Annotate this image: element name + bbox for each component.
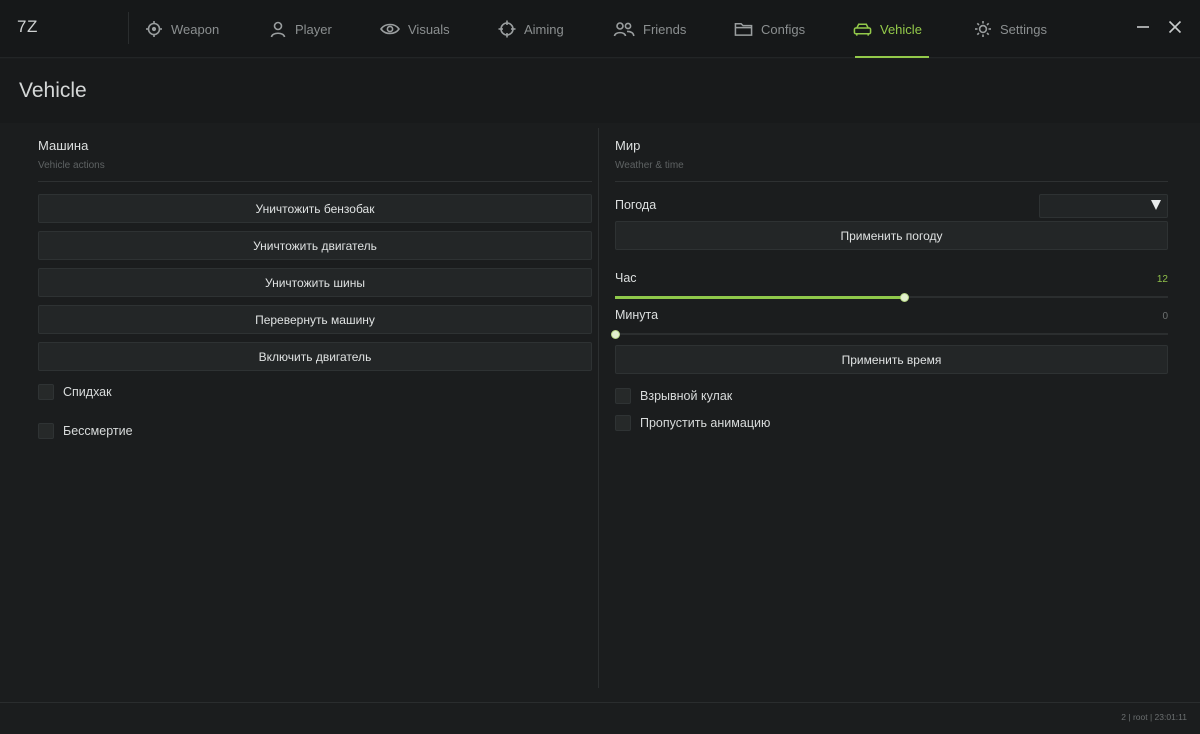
skip-animation-checkbox[interactable]: [615, 415, 631, 431]
godmode-toggle[interactable]: Бессмертие: [38, 423, 133, 439]
slider-knob[interactable]: [611, 330, 620, 339]
minimize-button[interactable]: [1132, 16, 1154, 38]
checkbox-label: Пропустить анимацию: [640, 416, 771, 430]
tab-label: Friends: [643, 21, 687, 37]
explosive-fist-checkbox[interactable]: [615, 388, 631, 404]
user-icon: [270, 21, 286, 38]
apply-weather-button[interactable]: Применить погоду: [615, 221, 1168, 250]
slider-knob[interactable]: [899, 293, 909, 302]
minute-value: 0: [1162, 311, 1168, 322]
sun-gear-icon: [975, 21, 991, 37]
explosive-fist-toggle[interactable]: Взрывной кулак: [615, 388, 732, 404]
weather-label: Погода: [615, 198, 657, 212]
section-subtitle: Weather & time: [615, 160, 684, 171]
target-icon: [498, 20, 516, 38]
panel-divider: [598, 128, 599, 688]
section-divider: [615, 181, 1168, 182]
tab-label: Visuals: [408, 21, 450, 37]
eye-icon: [380, 23, 400, 35]
minute-label: Минута: [615, 308, 659, 322]
dropdown-arrow-icon: [1151, 200, 1161, 210]
checkbox-label: Взрывной кулак: [640, 389, 733, 403]
logo-divider: [128, 12, 129, 44]
slider-track: [615, 333, 1168, 335]
tab-label: Settings: [1000, 21, 1047, 37]
checkbox-label: Бессмертие: [63, 424, 133, 438]
hour-slider[interactable]: [615, 291, 1168, 303]
users-icon: [613, 22, 635, 37]
slider-fill: [615, 296, 904, 299]
tab-label: Player: [295, 21, 332, 37]
tab-vehicle[interactable]: Vehicle: [853, 0, 922, 58]
start-engine-button[interactable]: Включить двигатель: [38, 342, 592, 371]
destroy-engine-button[interactable]: Уничтожить двигатель: [38, 231, 592, 260]
section-subtitle: Vehicle actions: [38, 160, 105, 171]
folder-icon: [734, 23, 753, 36]
top-nav-bar: 7Z Weapon Player Visuals Aiming Friends …: [0, 0, 1200, 58]
flip-vehicle-button[interactable]: Перевернуть машину: [38, 305, 592, 334]
apply-time-button[interactable]: Применить время: [615, 345, 1168, 374]
godmode-checkbox[interactable]: [38, 423, 54, 439]
page-header: Vehicle: [0, 59, 1200, 123]
destroy-tires-button[interactable]: Уничтожить шины: [38, 268, 592, 297]
tab-settings[interactable]: Settings: [974, 0, 1047, 58]
car-icon: [853, 23, 872, 36]
close-icon: [1168, 20, 1182, 34]
status-text: 2 | root | 23:01:11: [1121, 712, 1187, 722]
section-divider: [38, 181, 592, 182]
tab-weapon[interactable]: Weapon: [145, 0, 219, 58]
tab-label: Configs: [761, 21, 806, 37]
hour-label: Час: [615, 271, 637, 285]
minute-slider[interactable]: [611, 328, 1168, 340]
minimize-icon: [1137, 26, 1149, 28]
active-tab-indicator: [855, 56, 929, 58]
tab-friends[interactable]: Friends: [613, 0, 686, 58]
tab-configs[interactable]: Configs: [734, 0, 805, 58]
app-window: 7Z Weapon Player Visuals Aiming Friends …: [0, 0, 1200, 734]
tab-label: Vehicle: [880, 21, 922, 37]
checkbox-label: Спидхак: [63, 385, 112, 399]
speedhack-checkbox[interactable]: [38, 384, 54, 400]
tab-label: Weapon: [171, 21, 220, 37]
destroy-fuel-tank-button[interactable]: Уничтожить бензобак: [38, 194, 592, 223]
hour-value: 12: [1156, 274, 1168, 285]
app-logo: 7Z: [17, 17, 38, 36]
tab-player[interactable]: Player: [269, 0, 332, 58]
crosshair-dot-icon: [146, 21, 162, 37]
tab-label: Aiming: [524, 21, 564, 37]
section-title: Машина: [38, 138, 89, 153]
section-title: Мир: [615, 138, 641, 153]
weather-dropdown[interactable]: [1039, 194, 1168, 218]
tab-aiming[interactable]: Aiming: [498, 0, 564, 58]
page-title: Vehicle: [19, 79, 87, 102]
footer-divider: [0, 702, 1200, 703]
speedhack-toggle[interactable]: Спидхак: [38, 384, 112, 400]
skip-animation-toggle[interactable]: Пропустить анимацию: [615, 415, 770, 431]
tab-visuals[interactable]: Visuals: [380, 0, 450, 58]
close-button[interactable]: [1164, 16, 1186, 38]
